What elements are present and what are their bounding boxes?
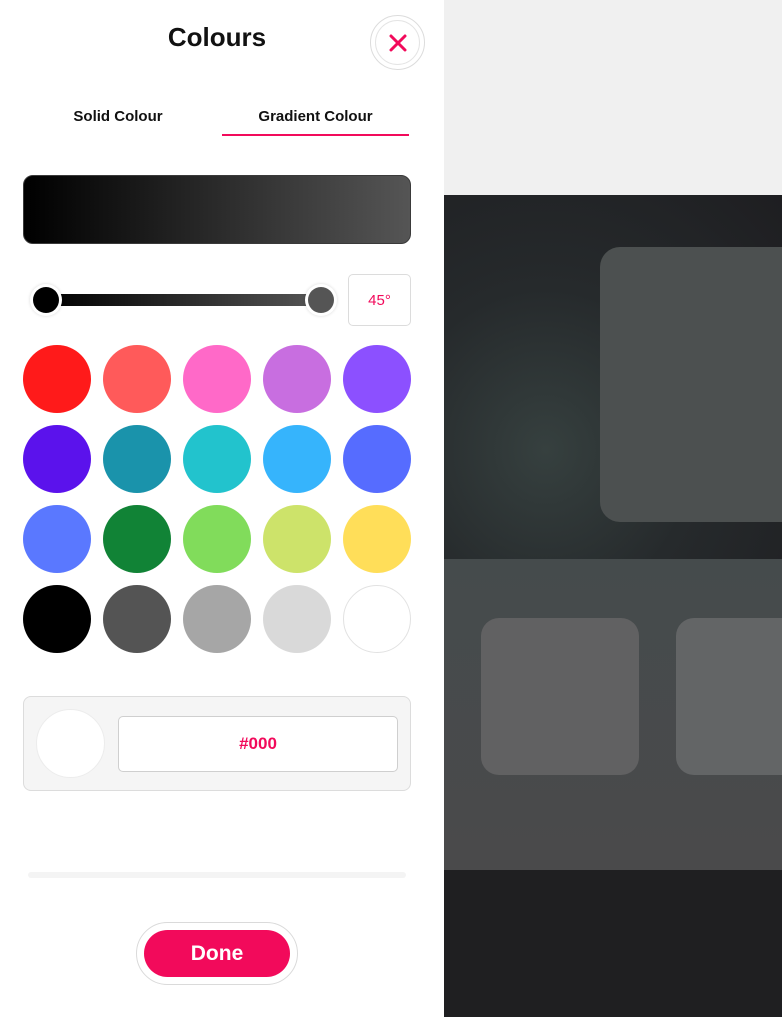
gradient-end-dot (308, 287, 334, 313)
colour-swatch[interactable] (263, 345, 331, 413)
canvas-top-band (444, 0, 782, 195)
done-button[interactable]: Done (144, 930, 290, 977)
gradient-start-dot (33, 287, 59, 313)
colour-swatch-grid (23, 345, 413, 653)
colour-swatch[interactable] (343, 425, 411, 493)
colour-swatch[interactable] (103, 585, 171, 653)
colour-swatch[interactable] (23, 505, 91, 573)
colour-swatch[interactable] (183, 585, 251, 653)
canvas-card-small[interactable] (676, 618, 782, 775)
tab-gradient-colour[interactable]: Gradient Colour (222, 98, 409, 136)
gradient-preview (23, 175, 411, 244)
colour-swatch[interactable] (103, 425, 171, 493)
gradient-start-handle[interactable] (30, 284, 62, 316)
colour-swatch[interactable] (23, 345, 91, 413)
colour-swatch[interactable] (343, 585, 411, 653)
canvas-preview-area (444, 0, 782, 1017)
close-button[interactable] (370, 15, 425, 70)
close-button-ring (375, 20, 420, 65)
tab-solid-colour[interactable]: Solid Colour (20, 98, 216, 136)
colour-swatch[interactable] (263, 505, 331, 573)
close-icon (389, 34, 406, 51)
colour-swatch[interactable] (183, 505, 251, 573)
canvas-bottom-section (444, 870, 782, 1017)
colour-swatch[interactable] (103, 345, 171, 413)
hex-entry (23, 696, 411, 791)
colour-swatch[interactable] (183, 425, 251, 493)
colour-swatch[interactable] (343, 345, 411, 413)
colour-swatch[interactable] (103, 505, 171, 573)
colour-swatch[interactable] (263, 425, 331, 493)
colour-swatch[interactable] (23, 585, 91, 653)
colour-swatch[interactable] (23, 425, 91, 493)
colour-panel: Colours Solid Colour Gradient Colour 45°… (0, 0, 444, 1017)
gradient-end-handle[interactable] (305, 284, 337, 316)
gradient-slider-track (46, 294, 320, 306)
colour-swatch[interactable] (263, 585, 331, 653)
canvas-card-small[interactable] (481, 618, 639, 775)
gradient-slider[interactable] (28, 282, 338, 318)
colour-tabs: Solid Colour Gradient Colour (20, 98, 412, 136)
hex-colour-preview (36, 709, 105, 778)
canvas-card-large[interactable] (600, 247, 782, 522)
colour-swatch[interactable] (183, 345, 251, 413)
panel-title: Colours (167, 22, 267, 52)
divider (28, 872, 406, 878)
gradient-angle-input[interactable]: 45° (348, 274, 411, 326)
hex-input[interactable] (118, 716, 398, 772)
colour-swatch[interactable] (343, 505, 411, 573)
done-button-ring: Done (136, 922, 298, 985)
